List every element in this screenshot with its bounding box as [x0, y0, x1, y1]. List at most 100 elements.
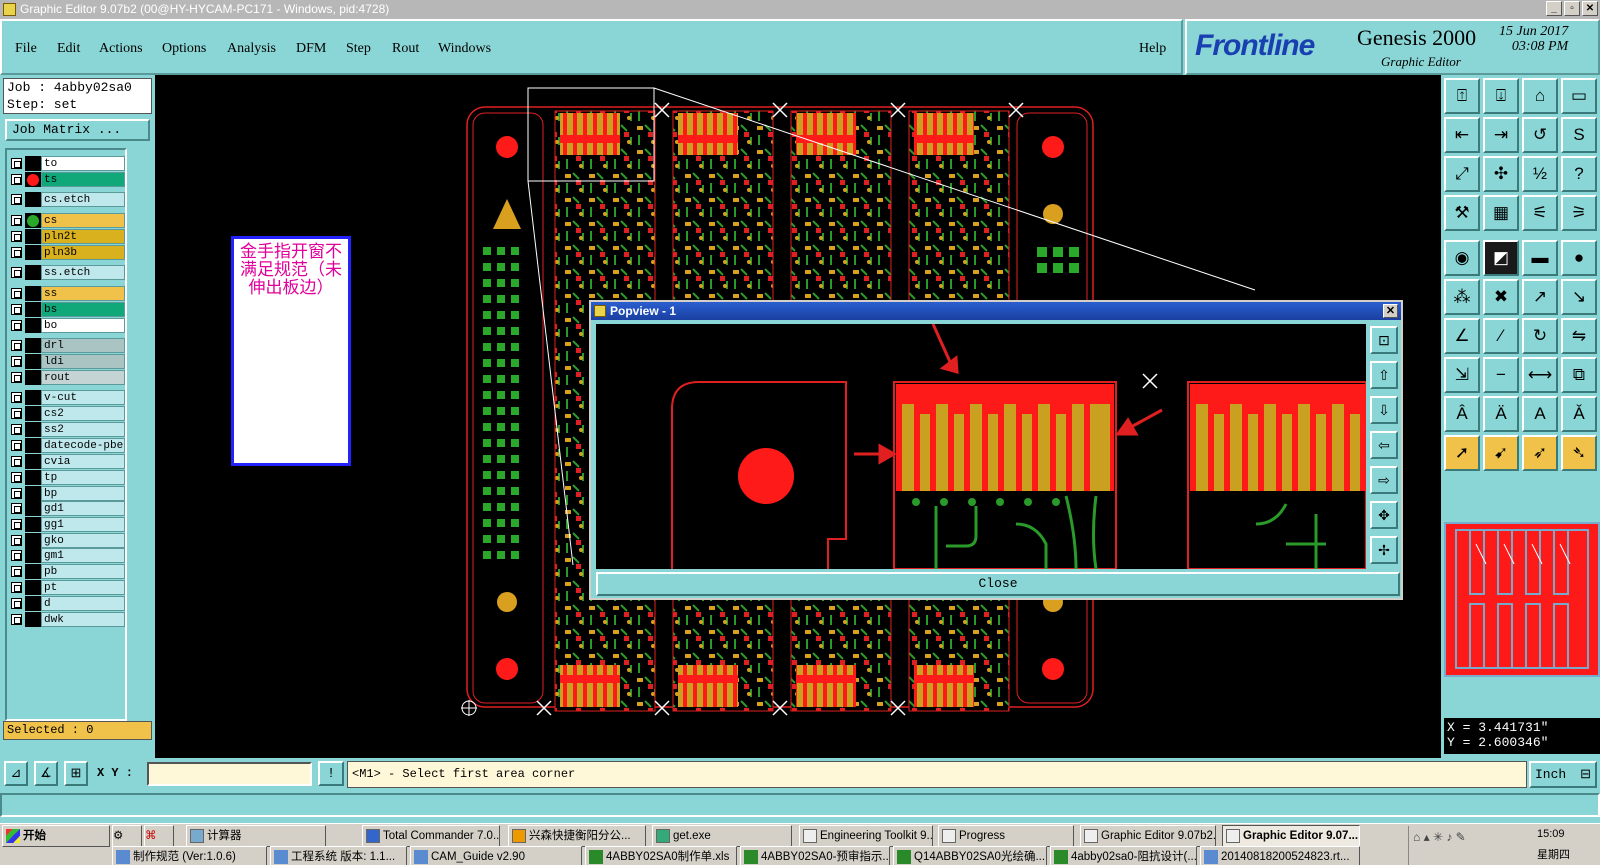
layer-row[interactable]: v-cut [9, 390, 125, 405]
menu-analysis[interactable]: Analysis [227, 41, 276, 57]
layer-checkbox[interactable] [11, 231, 22, 242]
query-icon[interactable]: ? [1561, 156, 1597, 192]
taskbar-window-button[interactable]: Q14ABBY02SA0光绘确... [893, 846, 1047, 865]
layer-row[interactable]: ldi [9, 354, 125, 369]
layer-row[interactable]: ss.etch [9, 265, 125, 280]
layer-checkbox[interactable] [11, 503, 22, 514]
layer-checkbox[interactable] [11, 614, 22, 625]
text-a2-icon[interactable]: Ä [1483, 396, 1519, 432]
layer-row[interactable]: datecode-pbe [9, 438, 125, 453]
layer-checkbox[interactable] [11, 392, 22, 403]
layer-row[interactable]: drl [9, 338, 125, 353]
quicklaunch-icon[interactable]: ⚙ [112, 825, 142, 847]
menu-edit[interactable]: Edit [57, 41, 80, 57]
layer-checkbox[interactable] [11, 550, 22, 561]
slash-icon[interactable]: ⁄ [1483, 318, 1519, 354]
zoom-1to2-icon[interactable]: ½ [1522, 156, 1558, 192]
menu-help[interactable]: Help [1139, 41, 1166, 57]
snap-icon[interactable]: ◉ [1444, 240, 1480, 276]
layer-row[interactable]: bo [9, 318, 125, 333]
window-icon[interactable]: ▭ [1561, 78, 1597, 114]
taskbar-window-button[interactable]: 4abby02sa0-阻抗设计(... [1050, 846, 1197, 865]
menu-options[interactable]: Options [162, 41, 206, 57]
minus-icon[interactable]: − [1483, 357, 1519, 393]
popview-pan-down-icon[interactable]: ⇩ [1370, 396, 1398, 424]
layer-row[interactable]: gd1 [9, 501, 125, 516]
layer-row[interactable]: ss [9, 286, 125, 301]
text-a1-icon[interactable]: Â [1444, 396, 1480, 432]
taskbar-window-button[interactable]: 工程系统 版本: 1.1... [270, 846, 407, 865]
layer-checkbox[interactable] [11, 408, 22, 419]
layer-checkbox[interactable] [11, 566, 22, 577]
select-box-icon[interactable]: ➹ [1483, 435, 1519, 471]
minimize-button[interactable]: _ [1546, 1, 1562, 16]
taskbar-window-button[interactable]: 20140818200524823.rt... [1200, 846, 1360, 865]
taskbar-window-button[interactable]: Progress [938, 825, 1074, 847]
popview-zoom-out-icon[interactable]: ✢ [1370, 536, 1398, 564]
layer-row[interactable]: pb [9, 564, 125, 579]
layer-row[interactable]: ss2 [9, 422, 125, 437]
cross-icon[interactable]: ✖ [1483, 279, 1519, 315]
zoom-center-icon[interactable]: ✣ [1483, 156, 1519, 192]
layer-checkbox[interactable] [11, 424, 22, 435]
taskbar-window-button[interactable]: Graphic Editor 9.07... [1222, 825, 1360, 847]
home-icon[interactable]: ⌂ [1522, 78, 1558, 114]
layer-display-icon[interactable]: ⚞ [1561, 195, 1597, 231]
move-icon[interactable]: ⇲ [1444, 357, 1480, 393]
layer-checkbox[interactable] [11, 488, 22, 499]
layer-checkbox[interactable] [11, 519, 22, 530]
zoom-fit-icon[interactable]: ⤢ [1444, 156, 1480, 192]
mirror-icon[interactable]: ⇋ [1561, 318, 1597, 354]
layer-checkbox[interactable] [11, 440, 22, 451]
angle-icon[interactable]: ∠ [1444, 318, 1480, 354]
layer-checkbox[interactable] [11, 372, 22, 383]
text-a3-icon[interactable]: A [1522, 396, 1558, 432]
snap-center-icon[interactable]: ⊞ [64, 761, 88, 786]
taskbar-window-button[interactable]: 4ABBY02SA0制作单.xls [585, 846, 737, 865]
layer-row[interactable]: ts [9, 172, 125, 187]
dimension-icon[interactable]: ⟷ [1522, 357, 1558, 393]
layer-row[interactable]: cs [9, 213, 125, 228]
panel-overview-map[interactable] [1444, 522, 1600, 677]
menu-rout[interactable]: Rout [392, 41, 419, 57]
layer-checkbox[interactable] [11, 340, 22, 351]
layer-checkbox[interactable] [11, 247, 22, 258]
layer-checkbox[interactable] [11, 215, 22, 226]
taskbar-window-button[interactable]: Engineering Toolkit 9.... [799, 825, 933, 847]
menu-windows[interactable]: Windows [438, 41, 491, 57]
popview-canvas[interactable] [596, 324, 1366, 569]
layer-row[interactable]: cs2 [9, 406, 125, 421]
layer-row[interactable]: cs.etch [9, 192, 125, 207]
layer-compare-icon[interactable]: ⚟ [1522, 195, 1558, 231]
layer-checkbox[interactable] [11, 267, 22, 278]
xy-input[interactable] [147, 762, 312, 786]
select-arrow-icon[interactable]: ➚ [1444, 435, 1480, 471]
taskbar-window-button[interactable]: 计算器 [186, 825, 326, 847]
layer-row[interactable]: bp [9, 486, 125, 501]
close-window-button[interactable]: ✕ [1582, 1, 1598, 16]
ruler-icon[interactable]: ▬ [1522, 240, 1558, 276]
layer-row[interactable]: dwk [9, 612, 125, 627]
tray-icons[interactable]: ⌂ ▴ ✳ ♪ ✎ [1413, 830, 1466, 844]
popview-close-x-button[interactable]: ✕ [1383, 304, 1398, 318]
line-end-icon[interactable]: ↘ [1561, 279, 1597, 315]
grid-icon[interactable]: ▦ [1483, 195, 1519, 231]
menu-actions[interactable]: Actions [99, 41, 143, 57]
line-icon[interactable]: ↗ [1522, 279, 1558, 315]
layer-row[interactable]: tp [9, 470, 125, 485]
layer-checkbox[interactable] [11, 582, 22, 593]
layer-row[interactable]: rout [9, 370, 125, 385]
pan-left-icon[interactable]: ⇤ [1444, 117, 1480, 153]
taskbar-window-button[interactable]: 4ABBY02SA0-预审指示... [740, 846, 890, 865]
popview-pan-left-icon[interactable]: ⇦ [1370, 431, 1398, 459]
pdf-icon[interactable]: ⌘ [144, 825, 174, 847]
menu-step[interactable]: Step [346, 41, 371, 57]
layer-row[interactable]: pt [9, 580, 125, 595]
layer-checkbox[interactable] [11, 598, 22, 609]
maximize-button[interactable]: ▫ [1564, 1, 1580, 16]
fill-mode-icon[interactable]: ◩ [1483, 240, 1519, 276]
popview-zoom-icon[interactable]: ⊡ [1370, 326, 1398, 354]
layer-checkbox[interactable] [11, 320, 22, 331]
popview-zoom-in-icon[interactable]: ✥ [1370, 501, 1398, 529]
taskbar-window-button[interactable]: Graphic Editor 9.07b2... [1080, 825, 1216, 847]
